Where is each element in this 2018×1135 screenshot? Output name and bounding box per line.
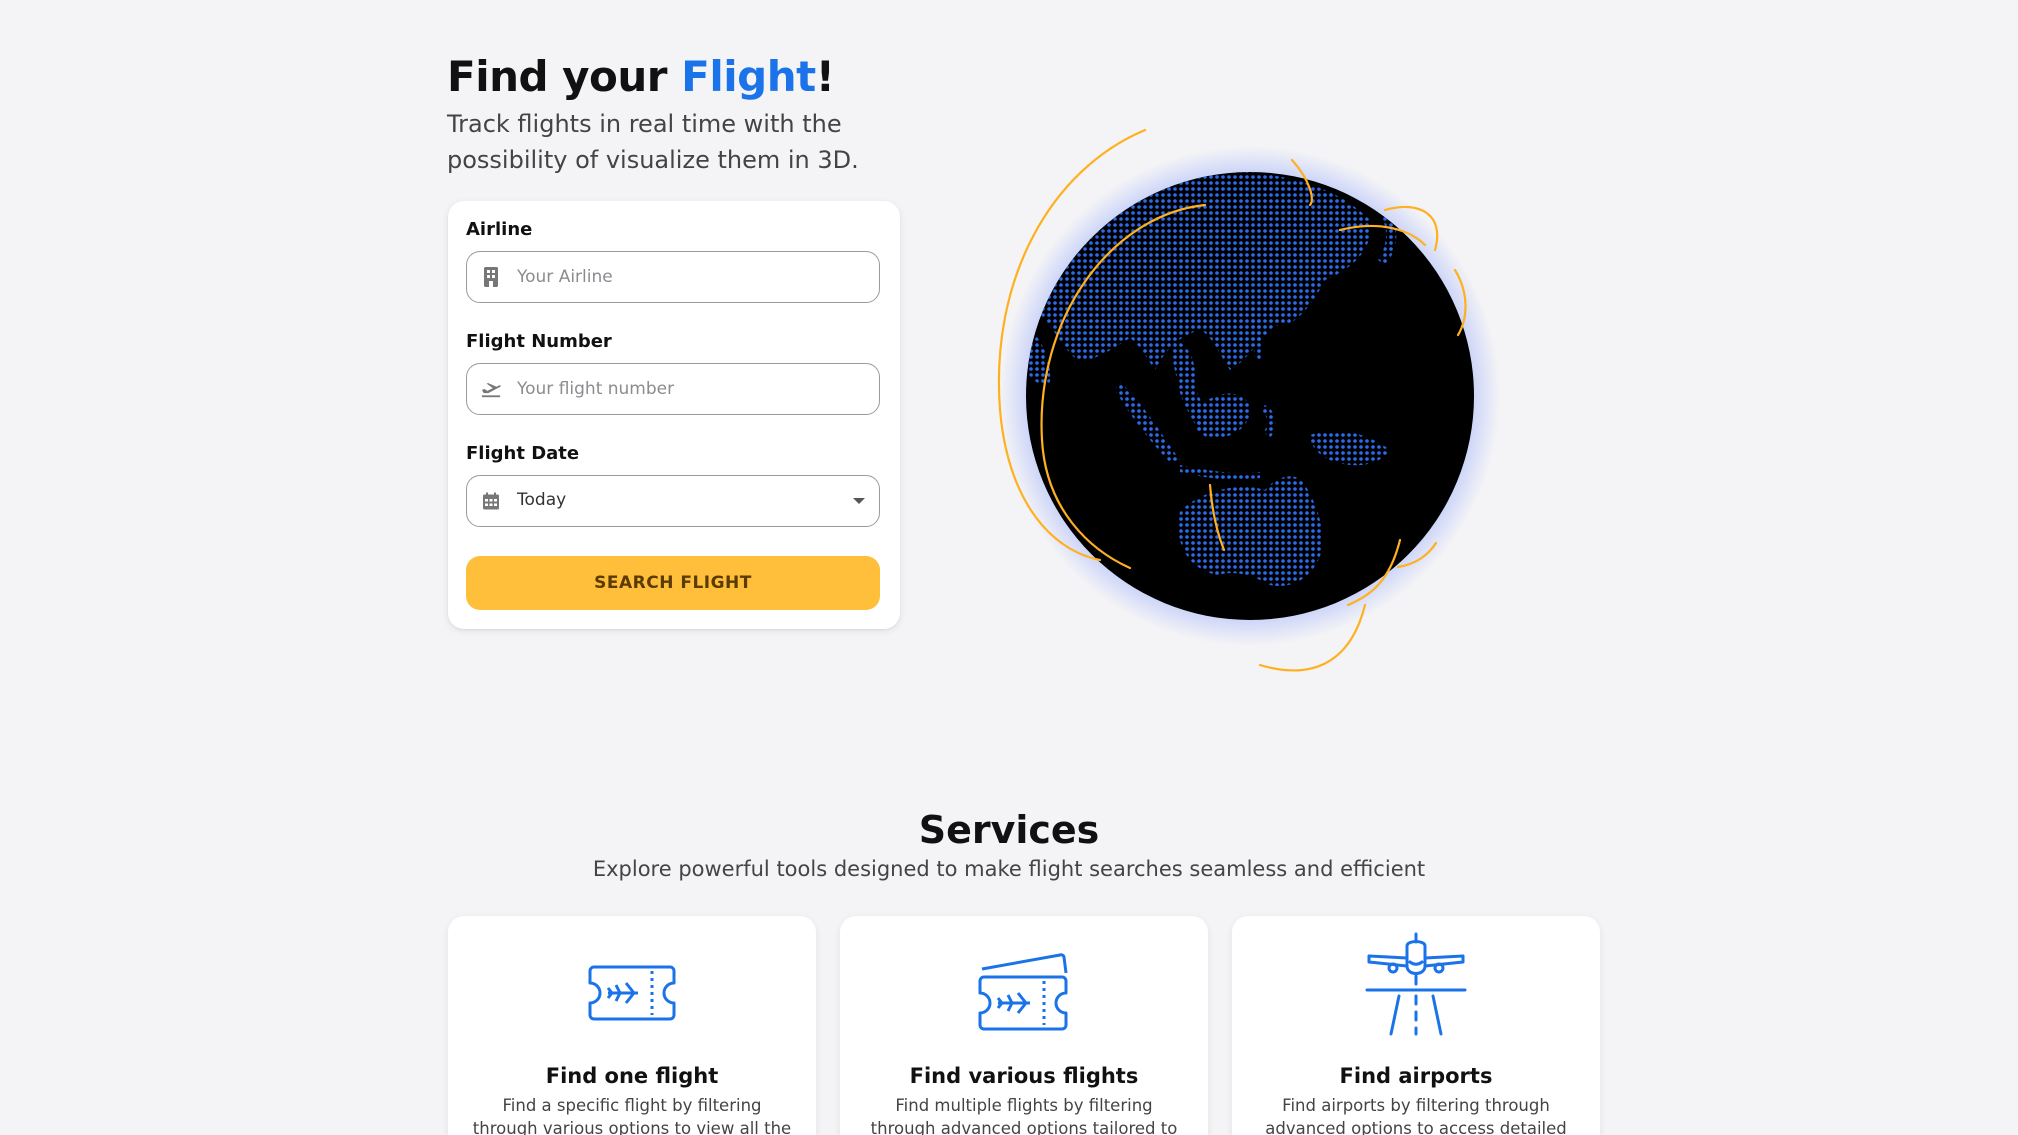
airplane-takeoff-icon (481, 379, 501, 399)
search-flight-button[interactable]: SEARCH FLIGHT (466, 556, 880, 610)
services-title: Services (918, 808, 1100, 852)
building-icon (481, 267, 501, 287)
page: Find your Flight! Track flights in real … (0, 0, 2018, 1135)
hero-title-suffix: ! (815, 52, 835, 101)
hero-title: Find your Flight! (447, 48, 835, 106)
airline-label: Airline (466, 219, 533, 240)
flight-search-form: Airline Flight Number (448, 201, 900, 629)
airline-input[interactable] (517, 252, 857, 301)
service-card-title: Find various flights (909, 1064, 1139, 1088)
service-card-description: Find a specific flight by filtering thro… (472, 1096, 792, 1135)
service-card-find-airports[interactable]: Find airports Find airports by filtering… (1232, 916, 1600, 1135)
flight-date-select[interactable]: Today (466, 475, 880, 527)
flight-date-value: Today (517, 490, 567, 510)
hero-subtitle: Track flights in real time with the poss… (447, 110, 859, 174)
calendar-icon (481, 491, 501, 511)
airport-runway-icon (1232, 928, 1600, 1040)
service-card-find-one-flight[interactable]: Find one flight Find a specific flight b… (448, 916, 816, 1135)
service-card-find-various-flights[interactable]: Find various flights Find multiple fligh… (840, 916, 1208, 1135)
flight-date-label: Flight Date (466, 443, 580, 464)
service-card-title: Find airports (1339, 1064, 1493, 1088)
flight-number-label: Flight Number (466, 331, 612, 352)
flight-number-input[interactable] (517, 364, 857, 413)
hero-title-accent: Flight (681, 52, 816, 101)
service-card-title: Find one flight (545, 1064, 719, 1088)
tickets-icon (840, 938, 1208, 1048)
globe-graphic (997, 128, 1500, 672)
ticket-icon (448, 938, 816, 1048)
services-subtitle: Explore powerful tools designed to make … (592, 857, 1426, 881)
globe-visualization[interactable] (980, 120, 1500, 700)
airline-field[interactable] (466, 251, 880, 303)
hero-title-prefix: Find your (447, 52, 682, 101)
chevron-down-icon (853, 498, 865, 504)
flight-number-field[interactable] (466, 363, 880, 415)
service-card-description: Find airports by filtering through advan… (1265, 1096, 1567, 1135)
service-card-description: Find multiple flights by filtering throu… (870, 1096, 1178, 1135)
